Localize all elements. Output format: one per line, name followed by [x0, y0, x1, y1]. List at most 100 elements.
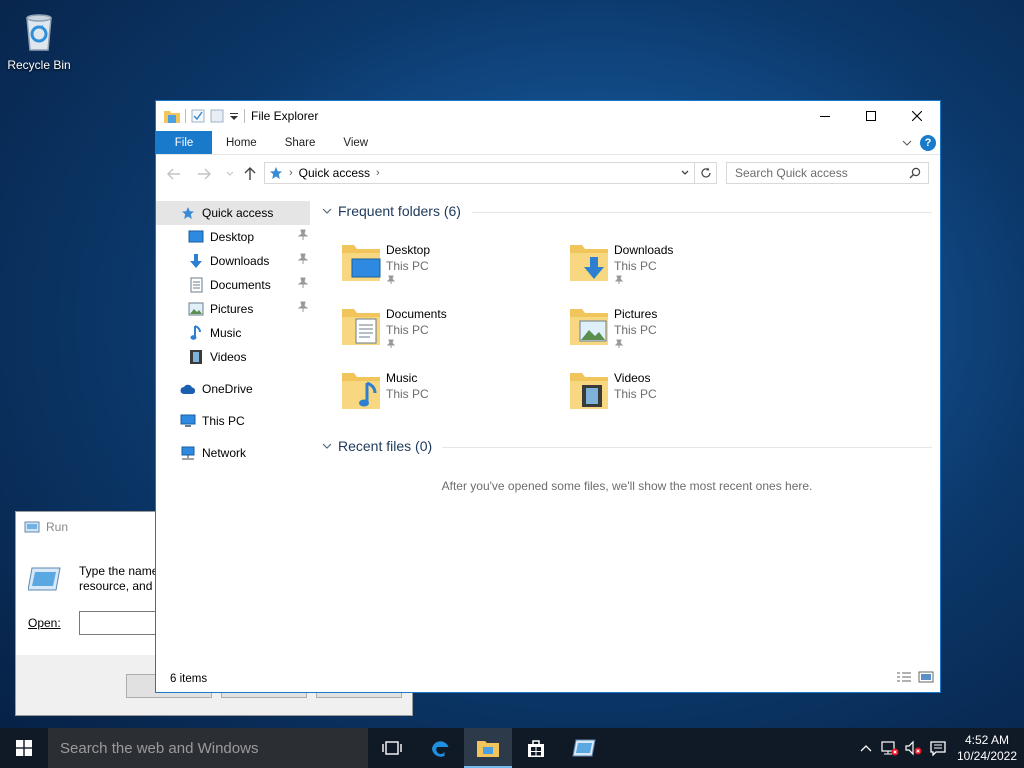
folder-location: This PC: [614, 387, 657, 401]
taskbar-file-explorer[interactable]: [464, 728, 512, 768]
action-center-icon[interactable]: [926, 728, 950, 768]
computer-icon: [180, 413, 196, 429]
expand-ribbon-icon[interactable]: [902, 140, 912, 146]
search-icon[interactable]: [909, 167, 921, 179]
pin-icon[interactable]: [298, 301, 308, 313]
store-bag-icon: [526, 738, 546, 758]
search-placeholder: Search Quick access: [735, 166, 848, 180]
documents-folder-icon: [340, 305, 382, 347]
taskbar-store[interactable]: [512, 728, 560, 768]
task-view-button[interactable]: [368, 728, 416, 768]
taskbar-search-placeholder: Search the web and Windows: [60, 739, 259, 757]
folder-tile-music[interactable]: Music This PC: [340, 365, 560, 421]
recycle-bin-icon: [15, 6, 63, 54]
pin-icon[interactable]: [298, 277, 308, 289]
file-explorer-icon: [477, 739, 499, 757]
details-view-icon[interactable]: [896, 671, 912, 683]
nav-item-videos[interactable]: Videos: [188, 345, 246, 369]
new-folder-icon[interactable]: [210, 109, 224, 123]
task-view-icon: [382, 741, 402, 755]
content-pane: Frequent folders (6) Desktop This PC Dow…: [314, 191, 940, 671]
folder-tile-pictures[interactable]: Pictures This PC: [568, 301, 788, 357]
navigation-pane: Quick access Desktop Downloads Documents…: [156, 191, 314, 671]
customize-toolbar-dropdown-icon[interactable]: [229, 111, 239, 121]
breadcrumb-separator-icon: ›: [289, 167, 293, 179]
nav-item-label: Documents: [210, 278, 271, 292]
search-input[interactable]: Search Quick access: [726, 162, 929, 184]
help-icon[interactable]: ?: [920, 135, 936, 151]
music-note-icon: [188, 325, 204, 341]
nav-item-downloads[interactable]: Downloads: [188, 249, 269, 273]
start-button[interactable]: [0, 728, 48, 768]
folder-location: This PC: [614, 259, 657, 273]
minimize-button[interactable]: [802, 101, 848, 131]
folder-tile-desktop[interactable]: Desktop This PC: [340, 237, 560, 293]
folder-tile-videos[interactable]: Videos This PC: [568, 365, 788, 421]
recent-files-header[interactable]: Recent files (0): [322, 438, 432, 454]
recycle-bin-shortcut[interactable]: Recycle Bin: [4, 6, 74, 72]
explorer-title-bar[interactable]: File Explorer: [156, 101, 940, 131]
back-button[interactable]: [166, 166, 182, 182]
taskbar-edge[interactable]: [416, 728, 464, 768]
volume-muted-icon[interactable]: [902, 728, 926, 768]
address-history-dropdown-icon[interactable]: [680, 166, 690, 180]
nav-item-quick-access[interactable]: Quick access: [156, 201, 310, 225]
properties-icon[interactable]: [191, 109, 205, 123]
refresh-button[interactable]: [694, 163, 716, 183]
onedrive-cloud-icon: [180, 381, 196, 397]
nav-item-this-pc[interactable]: This PC: [180, 409, 245, 433]
pin-icon[interactable]: [298, 229, 308, 241]
file-explorer-window: File Explorer File Home Share View ? › Q…: [155, 100, 941, 693]
nav-item-label: Quick access: [202, 206, 274, 220]
folder-name: Music: [386, 371, 418, 385]
folder-name: Downloads: [614, 243, 674, 257]
taskbar-run[interactable]: [560, 728, 608, 768]
breadcrumb-separator-icon[interactable]: ›: [376, 167, 380, 179]
folder-tile-documents[interactable]: Documents This PC: [340, 301, 560, 357]
frequent-folders-header[interactable]: Frequent folders (6): [322, 203, 461, 219]
quick-access-star-icon: [269, 166, 283, 180]
tab-home[interactable]: Home: [212, 131, 271, 154]
recycle-bin-label: Recycle Bin: [7, 58, 71, 72]
edge-browser-icon: [429, 737, 451, 759]
close-button[interactable]: [894, 101, 940, 131]
music-folder-icon: [340, 369, 382, 411]
tab-share[interactable]: Share: [271, 131, 330, 154]
pictures-icon: [188, 301, 204, 317]
pin-icon[interactable]: [298, 253, 308, 265]
nav-item-label: Downloads: [210, 254, 270, 268]
up-button[interactable]: [242, 166, 258, 182]
nav-item-pictures[interactable]: Pictures: [188, 297, 253, 321]
desktop-icon: [188, 229, 204, 245]
documents-icon: [188, 277, 204, 293]
downloads-arrow-icon: [188, 253, 204, 269]
nav-item-documents[interactable]: Documents: [188, 273, 271, 297]
large-icons-view-icon[interactable]: [918, 671, 934, 683]
folder-tile-downloads[interactable]: Downloads This PC: [568, 237, 788, 293]
run-title-icon: [24, 520, 40, 534]
show-hidden-icons-button[interactable]: [854, 728, 878, 768]
network-status-icon[interactable]: [878, 728, 902, 768]
clock-time: 4:52 AM: [964, 733, 1010, 747]
maximize-button[interactable]: [848, 101, 894, 131]
run-open-label: Open:: [28, 616, 61, 630]
taskbar-search-input[interactable]: Search the web and Windows: [48, 728, 368, 768]
quick-access-toolbar: [156, 109, 245, 123]
forward-button[interactable]: [196, 166, 212, 182]
nav-item-label: Pictures: [210, 302, 254, 316]
nav-item-music[interactable]: Music: [188, 321, 241, 345]
tab-view[interactable]: View: [329, 131, 382, 154]
taskbar-clock[interactable]: 4:52 AM 10/24/2022: [950, 732, 1024, 764]
recent-locations-dropdown[interactable]: [222, 166, 238, 182]
folder-location: This PC: [386, 323, 429, 337]
run-app-icon: [28, 564, 62, 594]
nav-item-label: Videos: [210, 350, 247, 364]
nav-item-desktop[interactable]: Desktop: [188, 225, 254, 249]
address-bar[interactable]: › Quick access ›: [264, 162, 717, 184]
nav-item-network[interactable]: Network: [180, 441, 246, 465]
item-count: 6 items: [170, 673, 208, 685]
nav-item-onedrive[interactable]: OneDrive: [180, 377, 253, 401]
breadcrumb-quick-access[interactable]: Quick access: [299, 166, 370, 180]
taskbar: Search the web and Windows 4:52 AM 10/24…: [0, 728, 1024, 768]
tab-file[interactable]: File: [156, 131, 212, 154]
